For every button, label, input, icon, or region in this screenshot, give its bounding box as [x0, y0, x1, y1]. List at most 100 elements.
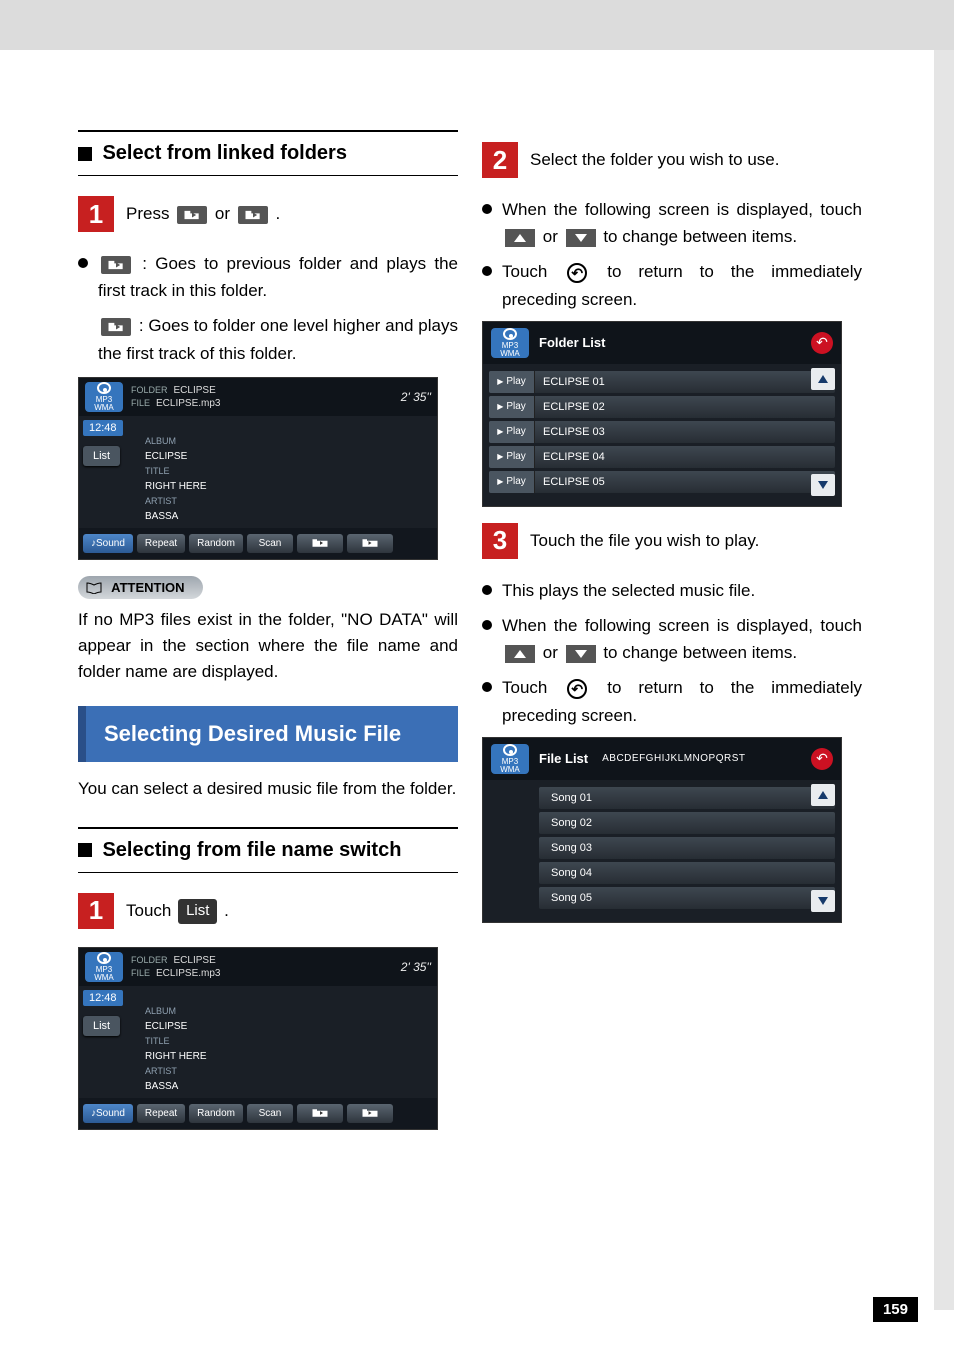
right-bullet-5: Touch ↶ to return to the immediately pre…: [482, 674, 862, 728]
elapsed-time: 2' 35'': [401, 960, 431, 974]
file-label: FILE: [131, 398, 150, 408]
folder-value: ECLIPSE: [174, 955, 216, 966]
random-button[interactable]: Random: [189, 534, 243, 553]
top-gray-bar: [0, 0, 954, 50]
scan-button[interactable]: Scan: [247, 534, 293, 553]
folder-row-label: ECLIPSE 03: [535, 426, 613, 438]
file-row-label: Song 02: [539, 817, 600, 829]
folder-row-label: ECLIPSE 02: [535, 401, 613, 413]
folder-next-button[interactable]: [347, 1104, 393, 1123]
repeat-button[interactable]: Repeat: [137, 1104, 185, 1123]
step1-frag-c: .: [276, 204, 281, 223]
folder-row-label: ECLIPSE 04: [535, 451, 613, 463]
bullet-dot-icon: [482, 585, 492, 595]
right-bullet-1: When the following screen is displayed, …: [482, 196, 862, 250]
artist-label: ARTIST: [145, 496, 177, 506]
list-button[interactable]: List: [83, 1016, 120, 1036]
file-list-subtitle: ABCDEFGHIJKLMNOPQRST: [602, 753, 745, 764]
album-label: ALBUM: [145, 1006, 176, 1016]
play-cell[interactable]: Play: [489, 371, 535, 393]
rb2-a: Touch: [502, 262, 564, 281]
play-cell[interactable]: Play: [489, 421, 535, 443]
folder-list-row[interactable]: PlayECLIPSE 03: [489, 421, 835, 443]
scan-button[interactable]: Scan: [247, 1104, 293, 1123]
folder-list-row[interactable]: PlayECLIPSE 05: [489, 471, 835, 493]
folder-list-row[interactable]: PlayECLIPSE 02: [489, 396, 835, 418]
step-number-2: 2: [482, 142, 518, 178]
back-button[interactable]: ↶: [811, 748, 833, 770]
sound-button[interactable]: ♪ Sound: [83, 534, 133, 553]
side-gray-tab: [934, 50, 954, 1310]
mode-badge[interactable]: MP3 WMA: [491, 328, 529, 358]
mode-badge[interactable]: MP3 WMA: [491, 744, 529, 774]
return-icon: ↶: [567, 679, 587, 699]
return-icon: ↶: [567, 263, 587, 283]
folder-next-icon: [101, 318, 131, 336]
folder-row-label: ECLIPSE 05: [535, 476, 613, 488]
file-list-row[interactable]: Song 01: [539, 787, 835, 809]
clock-display: 12:48: [83, 990, 123, 1006]
list-button[interactable]: List: [83, 446, 120, 466]
folder-list-row[interactable]: PlayECLIPSE 04: [489, 446, 835, 468]
folder-prev-button[interactable]: [297, 534, 343, 553]
up-arrow-icon: [505, 229, 535, 247]
play-cell[interactable]: Play: [489, 396, 535, 418]
folder-list-screenshot: MP3 WMA Folder List ↶ PlayECLIPSE 01Play…: [482, 321, 842, 507]
artist-value: BASSA: [145, 511, 178, 522]
step-1b-row: 1 Touch List .: [78, 893, 458, 929]
mode-badge[interactable]: MP3 WMA: [85, 382, 123, 412]
folder-prev-button[interactable]: [297, 1104, 343, 1123]
folder-list-row[interactable]: PlayECLIPSE 01: [489, 371, 835, 393]
bullet-dot-icon: [482, 682, 492, 692]
random-button[interactable]: Random: [189, 1104, 243, 1123]
bullet-dot-icon: [482, 266, 492, 276]
step1-frag-b: or: [215, 204, 235, 223]
file-list-row[interactable]: Song 03: [539, 837, 835, 859]
down-arrow-icon: [566, 645, 596, 663]
rb1-a: When the following screen is displayed, …: [502, 200, 862, 219]
sound-button[interactable]: ♪ Sound: [83, 1104, 133, 1123]
section-title-2: Selecting from file name switch: [102, 839, 401, 862]
folder-next-button[interactable]: [347, 534, 393, 553]
step-1-row: 1 Press or .: [78, 196, 458, 232]
section-title: Select from linked folders: [102, 142, 347, 165]
bullet-next-folder: : Goes to folder one level higher and pl…: [98, 312, 458, 366]
step-3-text: Touch the file you wish to play.: [530, 528, 759, 554]
step-1-text: Press or .: [126, 201, 280, 227]
play-cell[interactable]: Play: [489, 446, 535, 468]
file-list-title: File List: [539, 751, 588, 766]
section-select-file-name-switch: Selecting from file name switch: [78, 827, 458, 873]
rb3: This plays the selected music file.: [502, 577, 862, 604]
scroll-up-button[interactable]: [811, 368, 835, 390]
folder-prev-icon: [101, 256, 131, 274]
title-label: TITLE: [145, 1036, 170, 1046]
file-list-row[interactable]: Song 02: [539, 812, 835, 834]
rb4-b: or: [543, 643, 563, 662]
repeat-button[interactable]: Repeat: [137, 534, 185, 553]
step-number-1: 1: [78, 196, 114, 232]
file-list-row[interactable]: Song 04: [539, 862, 835, 884]
back-button[interactable]: ↶: [811, 332, 833, 354]
file-row-label: Song 03: [539, 842, 600, 854]
title-label: TITLE: [145, 466, 170, 476]
player-screenshot-1: MP3 WMA FOLDERECLIPSE FILEECLIPSE.mp3 2'…: [78, 377, 438, 560]
rb5-a: Touch: [502, 678, 564, 697]
step1b-frag-a: Touch: [126, 901, 176, 920]
right-bullet-4: When the following screen is displayed, …: [482, 612, 862, 666]
scroll-down-button[interactable]: [811, 890, 835, 912]
scroll-up-button[interactable]: [811, 784, 835, 806]
file-row-label: Song 01: [539, 792, 600, 804]
play-cell[interactable]: Play: [489, 471, 535, 493]
folder-value: ECLIPSE: [174, 385, 216, 396]
rb1-c: to change between items.: [603, 227, 797, 246]
sound-button-label: Sound: [96, 538, 125, 549]
step-3-row: 3 Touch the file you wish to play.: [482, 523, 862, 559]
attention-tab: ATTENTION: [78, 576, 203, 599]
mode-badge[interactable]: MP3 WMA: [85, 952, 123, 982]
folder-prev-icon: [177, 206, 207, 224]
file-list-row[interactable]: Song 05: [539, 887, 835, 909]
rb4-c: to change between items.: [603, 643, 797, 662]
file-list-screenshot: MP3 WMA File List ABCDEFGHIJKLMNOPQRST ↶…: [482, 737, 842, 923]
square-bullet-icon: [78, 147, 92, 161]
scroll-down-button[interactable]: [811, 474, 835, 496]
